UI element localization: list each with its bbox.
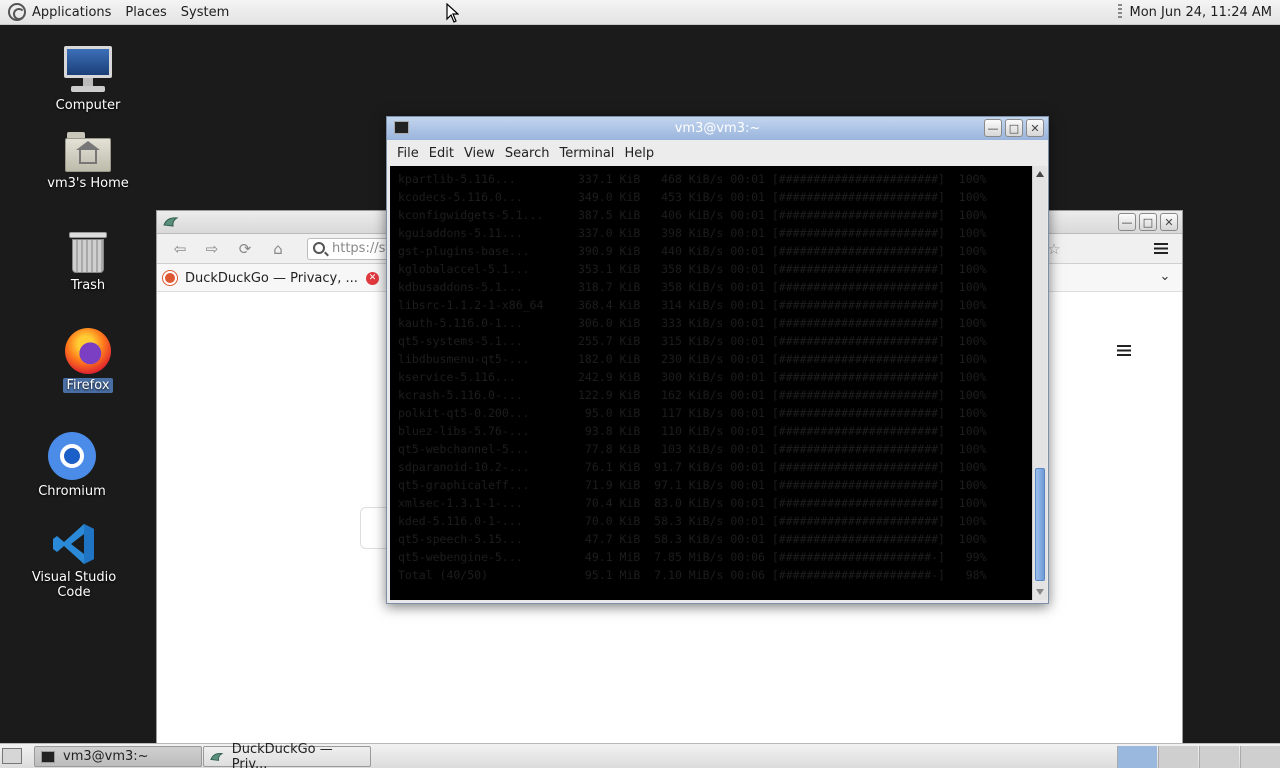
terminal-line: kguiaddons-5.11... 337.0 KiB 398 KiB/s 0… (398, 226, 987, 240)
taskbar-item-terminal[interactable]: vm3@vm3:~ (34, 746, 202, 767)
desktop-icon-computer[interactable]: Computer (28, 46, 148, 113)
workspace-3[interactable] (1199, 746, 1239, 768)
menu-edit[interactable]: Edit (429, 146, 454, 161)
firefox-icon (65, 328, 111, 374)
reload-icon[interactable]: ⟳ (236, 240, 254, 258)
bottom-taskbar: vm3@vm3:~ DuckDuckGo — Priv... (0, 742, 1280, 768)
desktop-icon-trash[interactable]: Trash (28, 230, 148, 293)
mouse-cursor-icon (446, 3, 459, 23)
desktop-icon-label: Firefox (63, 378, 113, 393)
taskbar-item-label: DuckDuckGo — Priv... (231, 741, 333, 768)
taskbar-item-browser[interactable]: DuckDuckGo — Priv... (203, 742, 371, 768)
terminal-line: bluez-libs-5.76-... 93.8 KiB 110 KiB/s 0… (398, 424, 987, 438)
computer-icon (63, 46, 113, 94)
menu-help[interactable]: Help (624, 146, 654, 161)
workspace-2[interactable] (1158, 746, 1198, 768)
back-icon[interactable]: ⇦ (171, 240, 189, 258)
menu-terminal[interactable]: Terminal (559, 146, 614, 161)
top-panel: Applications Places System Mon Jun 24, 1… (0, 0, 1280, 25)
desktop-icon-label: Trash (70, 278, 106, 293)
terminal-line: kauth-5.116.0-1... 306.0 KiB 333 KiB/s 0… (398, 316, 987, 330)
workspace-1[interactable] (1117, 746, 1157, 768)
close-button[interactable]: ✕ (1026, 119, 1044, 137)
terminal-line: libsrc-1.1.2-1-x86_64 368.4 KiB 314 KiB/… (398, 298, 987, 312)
terminal-line: kservice-5.116... 242.9 KiB 300 KiB/s 00… (398, 370, 987, 384)
terminal-line: gst-plugins-base... 390.9 KiB 440 KiB/s … (398, 244, 987, 258)
minimize-button[interactable]: — (1118, 213, 1136, 231)
desktop-icon-firefox[interactable]: Firefox (28, 328, 148, 393)
browser-window-icon (210, 752, 224, 761)
browser-tab[interactable]: DuckDuckGo — Privacy, ... ✕ (163, 266, 379, 290)
distro-logo-icon[interactable] (8, 3, 26, 21)
forward-icon[interactable]: ⇨ (203, 240, 221, 258)
terminal-line: libdbusmenu-qt5-... 182.0 KiB 230 KiB/s … (398, 352, 987, 366)
terminal-line: kconfigwidgets-5.1... 387.5 KiB 406 KiB/… (398, 208, 987, 222)
terminal-title: vm3@vm3:~ (674, 121, 761, 136)
terminal-line: kcodecs-5.116.0... 349.0 KiB 453 KiB/s 0… (398, 190, 987, 204)
vscode-icon (53, 524, 94, 564)
terminal-line: kcrash-5.116.0-... 122.9 KiB 162 KiB/s 0… (398, 388, 987, 402)
chromium-icon (48, 432, 96, 480)
desktop-icon-label: vm3's Home (47, 176, 129, 191)
terminal-line: Total (40/50) 95.1 MiB 7.10 MiB/s 00:06 … (398, 568, 987, 582)
desktop-icon-home[interactable]: vm3's Home (28, 130, 148, 191)
places-menu[interactable]: Places (125, 5, 166, 20)
tab-close-icon[interactable]: ✕ (366, 271, 379, 285)
close-button[interactable]: ✕ (1160, 213, 1178, 231)
terminal-icon (41, 750, 55, 763)
desktop-icon-label: Visual Studio Code (31, 570, 117, 600)
maximize-button[interactable]: □ (1005, 119, 1023, 137)
terminal-line: qt5-webengine-5... 49.1 MiB 7.85 MiB/s 0… (398, 550, 987, 564)
duckduckgo-icon (163, 271, 177, 285)
tab-title: DuckDuckGo — Privacy, ... (185, 270, 358, 286)
scrollbar-thumb[interactable] (1035, 468, 1045, 581)
clock[interactable]: Mon Jun 24, 11:24 AM (1130, 5, 1273, 20)
minimize-button[interactable]: — (984, 119, 1002, 137)
terminal-line: kglobalaccel-5.1... 353.1 KiB 358 KiB/s … (398, 262, 987, 276)
home-folder-icon (65, 130, 111, 172)
url-text: https://st (332, 241, 391, 256)
browser-window-icon (163, 217, 179, 227)
terminal-icon (394, 121, 409, 134)
menu-file[interactable]: File (397, 146, 419, 161)
url-bar[interactable]: https://st (307, 238, 397, 260)
desktop-icon-label: Chromium (38, 484, 106, 499)
trash-icon (69, 230, 107, 274)
maximize-button[interactable]: □ (1139, 213, 1157, 231)
terminal-line: qt5-graphicaleff... 71.9 KiB 97.1 KiB/s … (398, 478, 987, 492)
terminal-line: polkit-qt5-0.200... 95.0 KiB 117 KiB/s 0… (398, 406, 987, 420)
terminal-line: qt5-speech-5.15... 47.7 KiB 58.3 KiB/s 0… (398, 532, 987, 546)
terminal-output[interactable]: kpartlib-5.116... 337.1 KiB 468 KiB/s 00… (390, 166, 1032, 600)
system-menu[interactable]: System (181, 5, 229, 20)
taskbar-item-label: vm3@vm3:~ (63, 749, 149, 764)
desktop-icon-label: Computer (55, 98, 121, 113)
page-menu-icon[interactable] (1117, 345, 1131, 356)
terminal-lines: kpartlib-5.116... 337.1 KiB 468 KiB/s 00… (390, 166, 1032, 584)
show-desktop-button[interactable] (2, 748, 22, 764)
home-icon[interactable]: ⌂ (269, 240, 287, 258)
terminal-window[interactable]: vm3@vm3:~ — □ ✕ File Edit View Search Te… (386, 116, 1049, 604)
desktop-icon-vscode[interactable]: Visual Studio Code (14, 522, 134, 600)
menu-view[interactable]: View (464, 146, 495, 161)
terminal-line: xmlsec-1.3.1-1-... 70.4 KiB 83.0 KiB/s 0… (398, 496, 987, 510)
terminal-menubar: File Edit View Search Terminal Help (387, 140, 1048, 166)
scroll-down-arrow-icon[interactable] (1036, 589, 1044, 595)
terminal-line: kded-5.116.0-1-... 70.0 KiB 58.3 KiB/s 0… (398, 514, 987, 528)
scroll-up-arrow-icon[interactable] (1036, 171, 1044, 177)
browser-menu-icon[interactable] (1154, 243, 1168, 254)
tab-list-chevron-down-icon[interactable]: ⌄ (1156, 268, 1174, 286)
search-icon (313, 242, 325, 254)
terminal-line: sdparanoid-10.2-... 76.1 KiB 91.7 KiB/s … (398, 460, 987, 474)
terminal-scrollbar[interactable] (1032, 166, 1047, 600)
terminal-line: qt5-systems-5.1... 255.7 KiB 315 KiB/s 0… (398, 334, 987, 348)
panel-handle-icon (1117, 4, 1122, 20)
menu-search[interactable]: Search (505, 146, 550, 161)
workspace-4[interactable] (1240, 746, 1280, 768)
applications-menu[interactable]: Applications (32, 5, 111, 20)
terminal-titlebar[interactable]: vm3@vm3:~ — □ ✕ (387, 117, 1048, 140)
terminal-line: kdbusaddons-5.1... 318.7 KiB 358 KiB/s 0… (398, 280, 987, 294)
terminal-line: kpartlib-5.116... 337.1 KiB 468 KiB/s 00… (398, 172, 987, 186)
terminal-line: qt5-webchannel-5... 77.8 KiB 103 KiB/s 0… (398, 442, 987, 456)
desktop-icon-chromium[interactable]: Chromium (12, 432, 132, 499)
